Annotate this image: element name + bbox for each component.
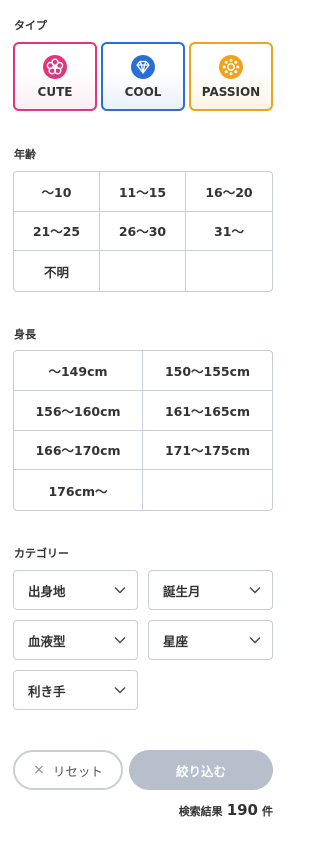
height-option[interactable]: 171〜175cm bbox=[143, 431, 272, 471]
age-option[interactable]: 26〜30 bbox=[100, 211, 186, 252]
chevron-down-icon bbox=[114, 687, 126, 694]
height-option[interactable]: 161〜165cm bbox=[143, 391, 272, 431]
age-option[interactable]: 11〜15 bbox=[100, 172, 186, 212]
age-option[interactable]: 〜10 bbox=[14, 172, 100, 212]
close-icon: × bbox=[33, 762, 45, 778]
birthplace-select[interactable]: 出身地 bbox=[13, 570, 138, 610]
age-empty-cell bbox=[186, 251, 272, 291]
filter-submit-button[interactable]: 絞り込む bbox=[129, 750, 273, 790]
age-grid: 〜10 11〜15 16〜20 21〜25 26〜30 31〜 不明 bbox=[13, 171, 273, 292]
height-option[interactable]: 150〜155cm bbox=[143, 351, 272, 391]
chevron-down-icon bbox=[114, 637, 126, 644]
type-cute-label: CUTE bbox=[37, 84, 73, 99]
result-prefix: 検索結果 bbox=[178, 805, 223, 818]
birth-month-select-label: 誕生月 bbox=[163, 583, 201, 599]
type-passion-label: PASSION bbox=[201, 84, 261, 99]
age-option[interactable]: 31〜 bbox=[186, 212, 272, 252]
height-option[interactable]: 〜149cm bbox=[14, 351, 143, 391]
zodiac-select-label: 星座 bbox=[163, 633, 189, 649]
height-option[interactable]: 156〜160cm bbox=[14, 390, 143, 431]
age-empty-cell bbox=[100, 251, 186, 291]
handedness-select[interactable]: 利き手 bbox=[13, 670, 138, 710]
chevron-down-icon bbox=[249, 587, 261, 594]
flower-icon bbox=[43, 54, 67, 79]
category-section-title: カテゴリー bbox=[14, 547, 69, 560]
height-option[interactable]: 176cm〜 bbox=[14, 470, 143, 510]
handedness-select-label: 利き手 bbox=[28, 683, 66, 699]
birth-month-select[interactable]: 誕生月 bbox=[148, 570, 273, 610]
age-option[interactable]: 16〜20 bbox=[186, 172, 272, 212]
age-option[interactable]: 21〜25 bbox=[14, 211, 100, 252]
height-option[interactable]: 166〜170cm bbox=[14, 430, 143, 471]
search-result-count: 検索結果 190 件 bbox=[179, 801, 273, 819]
birthplace-select-label: 出身地 bbox=[28, 583, 66, 599]
reset-button-label: リセット bbox=[52, 763, 103, 779]
height-grid: 〜149cm 150〜155cm 156〜160cm 161〜165cm 166… bbox=[13, 350, 273, 511]
sun-icon bbox=[219, 54, 243, 79]
age-section-title: 年齢 bbox=[14, 148, 36, 161]
zodiac-select[interactable]: 星座 bbox=[148, 620, 273, 660]
blood-type-select-label: 血液型 bbox=[28, 633, 66, 649]
type-cool-label: COOL bbox=[124, 84, 162, 99]
blood-type-select[interactable]: 血液型 bbox=[13, 620, 138, 660]
type-cute-button[interactable]: CUTE bbox=[13, 42, 97, 111]
type-passion-button[interactable]: PASSION bbox=[189, 42, 273, 111]
age-option[interactable]: 不明 bbox=[14, 251, 100, 291]
diamond-icon bbox=[131, 54, 155, 79]
height-section-title: 身長 bbox=[14, 328, 36, 341]
result-suffix: 件 bbox=[262, 805, 273, 818]
height-empty-cell bbox=[143, 470, 272, 510]
type-section-title: タイプ bbox=[14, 19, 47, 32]
chevron-down-icon bbox=[114, 587, 126, 594]
result-number: 190 bbox=[226, 801, 258, 819]
chevron-down-icon bbox=[249, 637, 261, 644]
type-cool-button[interactable]: COOL bbox=[101, 42, 185, 111]
reset-button[interactable]: × リセット bbox=[13, 750, 123, 790]
type-options: CUTE COOL PASSION bbox=[13, 42, 273, 111]
